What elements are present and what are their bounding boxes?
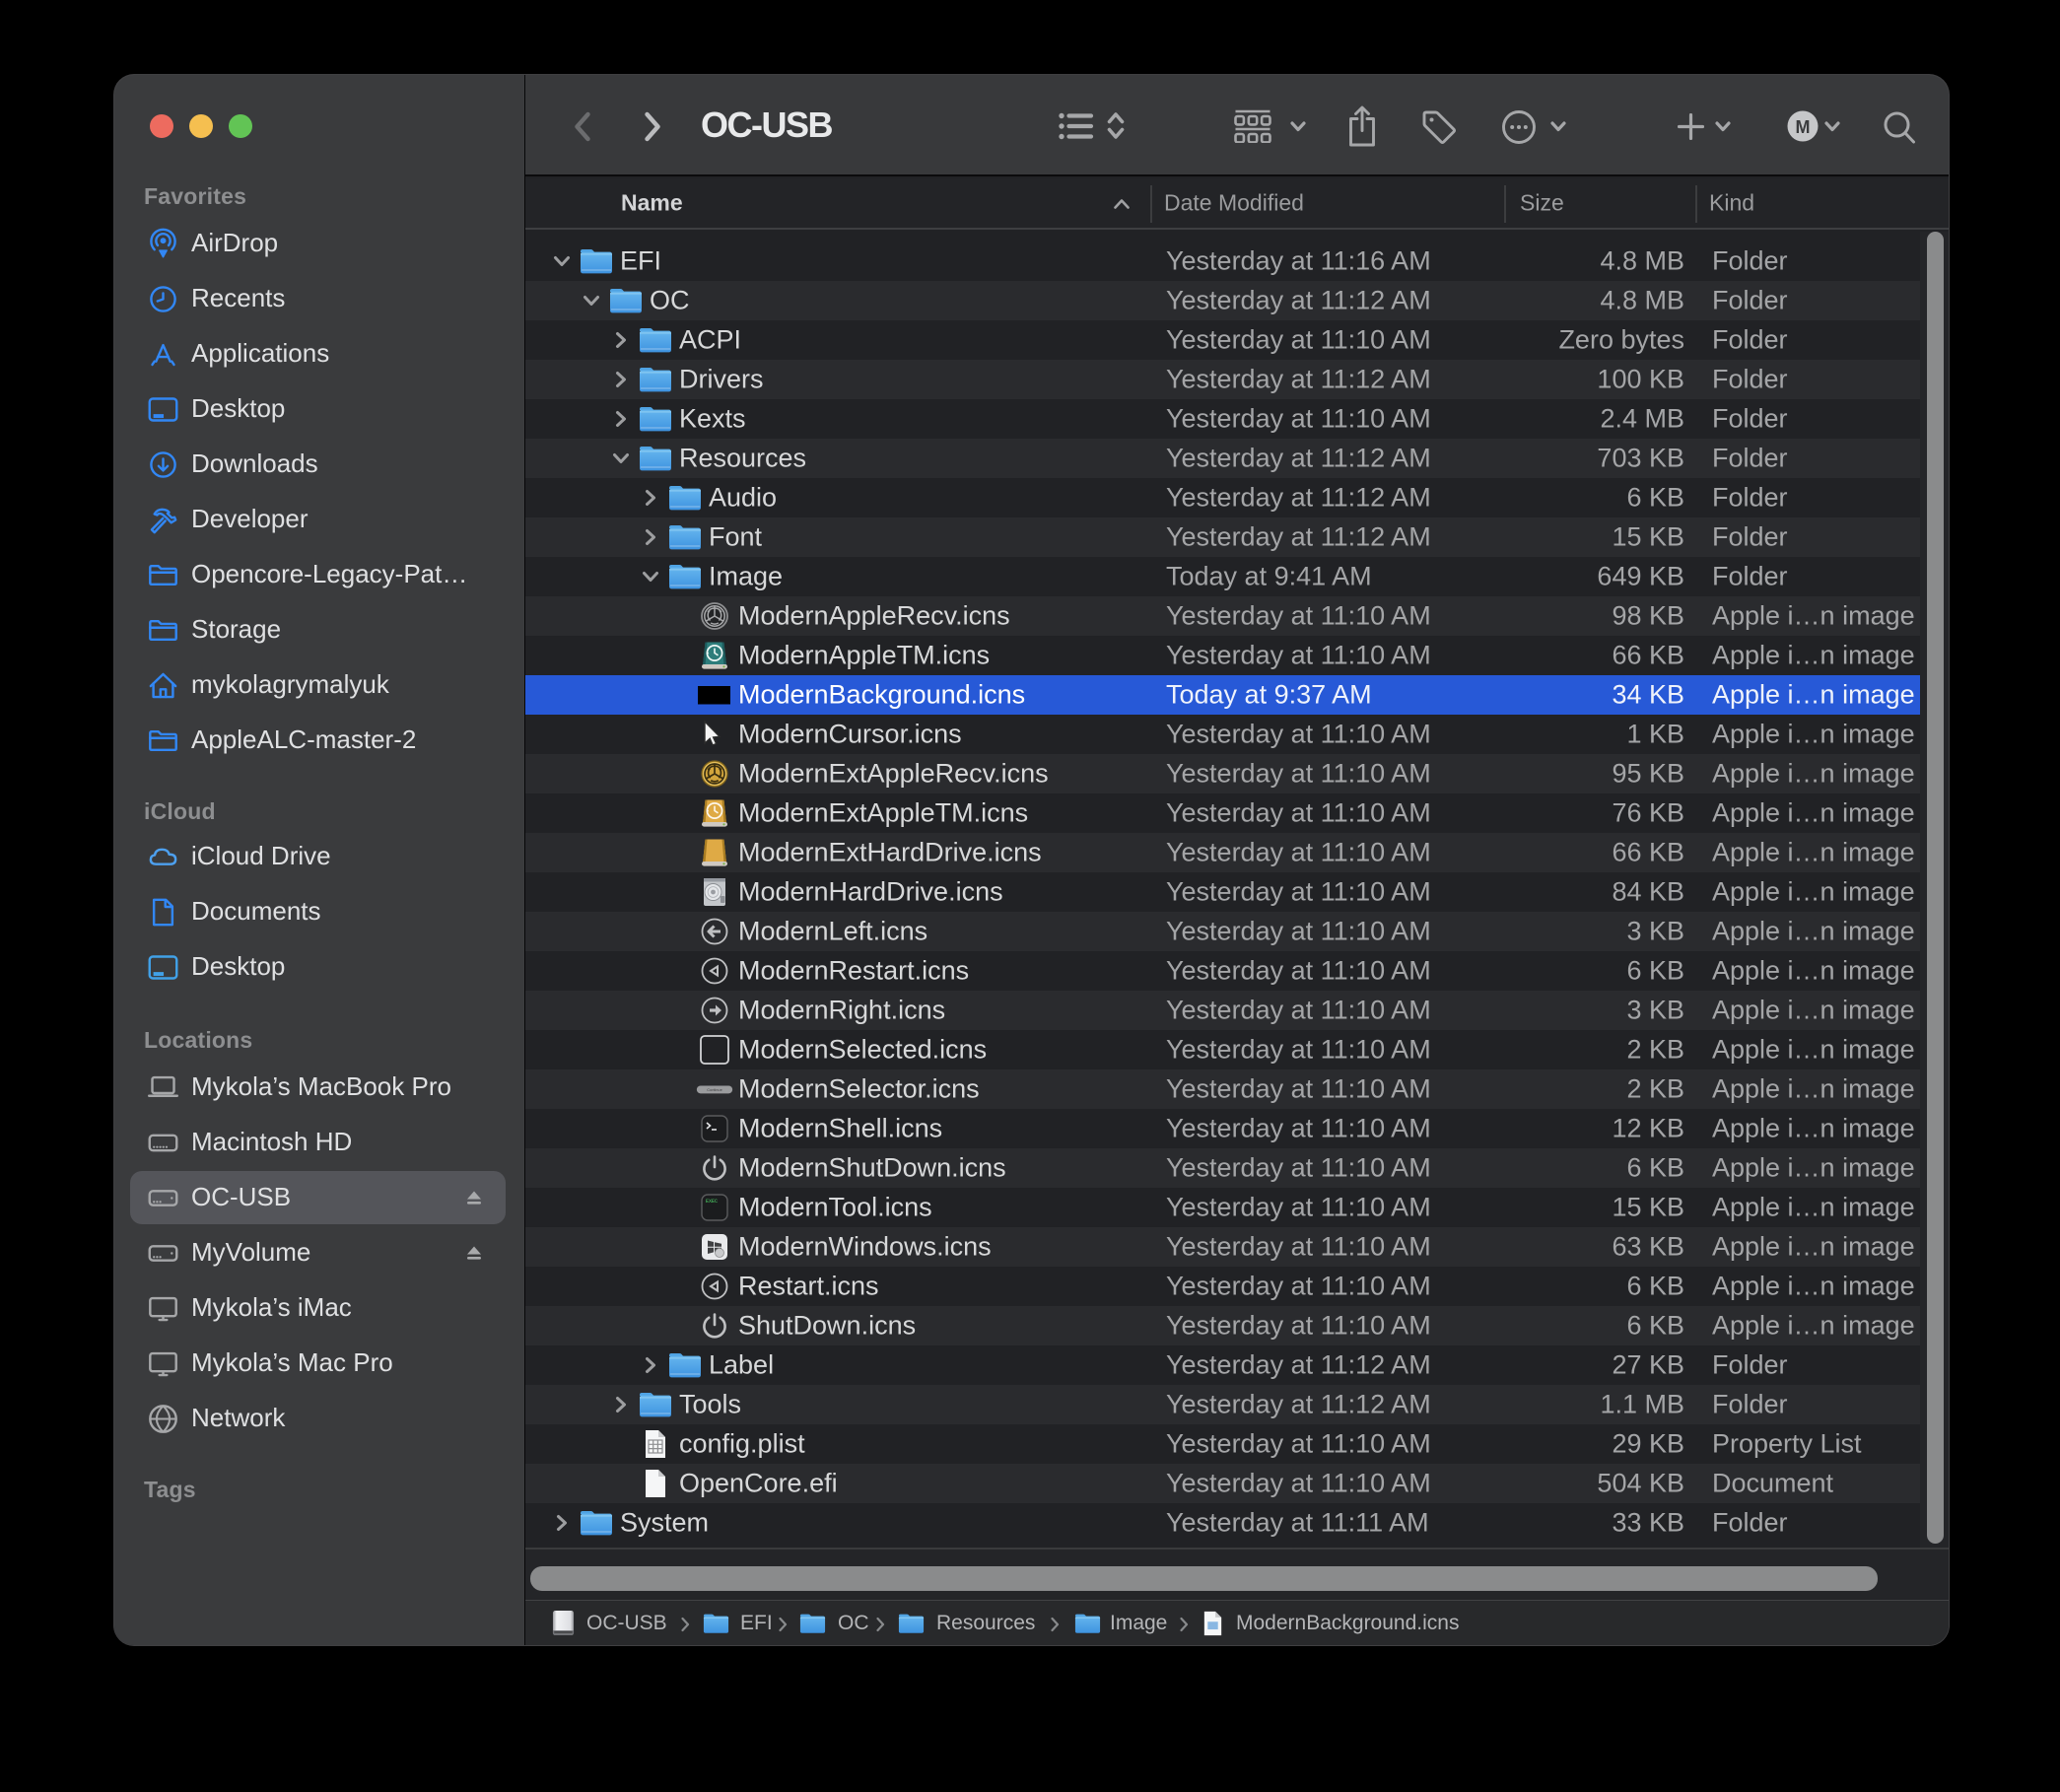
svg-text:Continue: Continue xyxy=(707,1087,722,1092)
svg-text:M: M xyxy=(1796,117,1811,137)
svg-text:EXEC: EXEC xyxy=(706,1199,718,1205)
